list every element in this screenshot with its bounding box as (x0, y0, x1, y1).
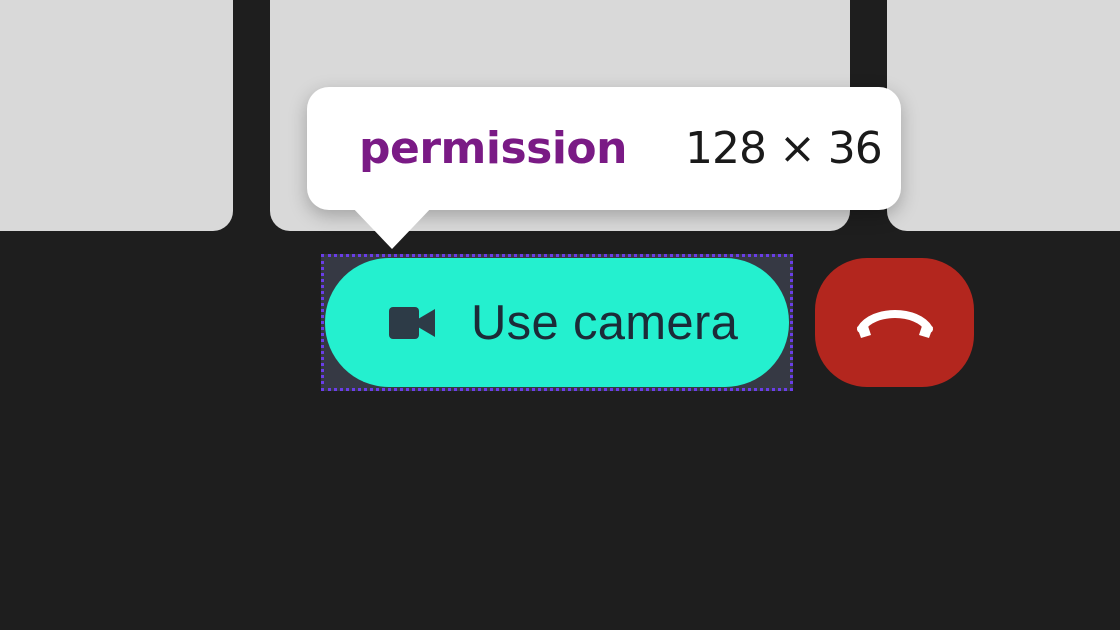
participant-tile-right[interactable] (887, 0, 1120, 231)
use-camera-label: Use camera (471, 295, 739, 350)
phone-hangup-icon (856, 309, 933, 338)
element-tag-name: permission (359, 123, 627, 174)
participant-tile-left[interactable] (0, 0, 233, 231)
tooltip-arrow (350, 205, 434, 249)
hang-up-button[interactable] (815, 258, 974, 387)
element-dimensions: 128 × 36 (684, 123, 883, 174)
inspector-tooltip: permission 128 × 36 (307, 87, 901, 210)
use-camera-button[interactable]: Use camera (325, 258, 789, 387)
video-camera-icon (389, 306, 435, 339)
video-call-screen: Use camera permission 128 × 36 (0, 0, 1120, 630)
